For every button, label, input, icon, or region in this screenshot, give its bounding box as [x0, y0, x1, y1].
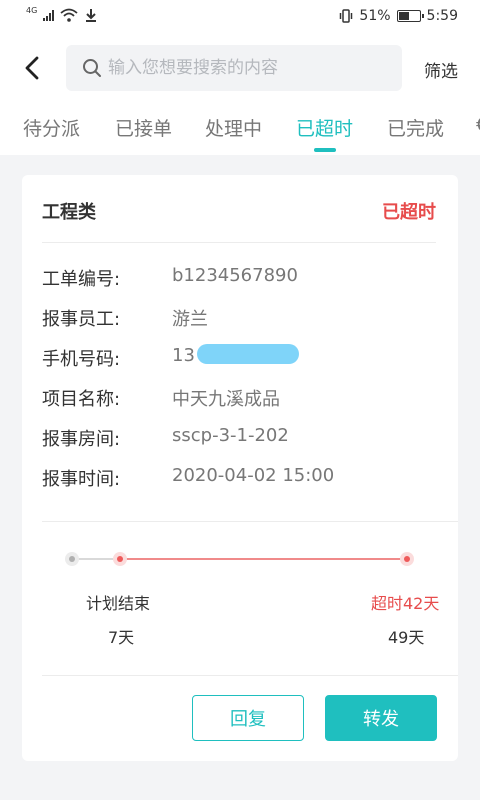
info-divider [42, 521, 458, 522]
field-label: 工单编号: [42, 269, 121, 290]
field-label: 报事房间: [42, 429, 121, 450]
tab-processing[interactable]: 处理中 [205, 114, 262, 141]
field-label: 项目名称: [42, 389, 121, 410]
timeline-track-overdue [120, 558, 404, 560]
order-status: 已超时 [382, 202, 436, 223]
back-arrow-icon[interactable] [20, 54, 46, 82]
plan-end-days: 7天 [108, 628, 135, 647]
actions-divider [42, 675, 458, 676]
overdue-timeline [64, 547, 424, 577]
status-bar: 4G 51% 5:59 [0, 0, 480, 34]
wifi-icon [60, 8, 78, 22]
filter-button[interactable]: 筛选 [424, 57, 458, 82]
search-input[interactable] [108, 45, 388, 91]
field-label: 报事员工: [42, 309, 121, 330]
work-order-card[interactable]: 工程类 已超时 工单编号: b1234567890 报事员工: 游兰 手机号码:… [22, 175, 458, 761]
signal-icon [43, 9, 55, 21]
clock: 5:59 [426, 8, 458, 24]
active-tab-indicator [314, 148, 336, 152]
tab-more[interactable]: € [476, 114, 480, 136]
timeline-start-dot [65, 552, 79, 566]
network-type: 4G [26, 6, 38, 15]
field-value: 13 [172, 344, 299, 366]
order-type: 工程类 [42, 202, 96, 223]
vibrate-icon [340, 9, 353, 23]
field-value: 游兰 [172, 309, 208, 330]
field-value: b1234567890 [172, 265, 298, 286]
forward-button[interactable]: 转发 [325, 695, 437, 741]
field-value: 中天九溪成品 [172, 389, 280, 410]
search-box[interactable] [66, 45, 402, 91]
reply-button[interactable]: 回复 [192, 695, 304, 741]
timeline-current-dot [400, 552, 414, 566]
plan-end-label: 计划结束 [86, 594, 151, 613]
field-value: 2020-04-02 15:00 [172, 465, 335, 486]
overdue-label: 超时42天 [371, 594, 440, 613]
tab-accepted[interactable]: 已接单 [115, 114, 172, 141]
timeline-plan-end-dot [113, 552, 127, 566]
tab-pending-dispatch[interactable]: 待分派 [23, 114, 80, 141]
phone-prefix: 13 [172, 345, 195, 366]
tab-overdue[interactable]: 已超时 [296, 114, 353, 141]
tab-completed[interactable]: 已完成 [387, 114, 444, 141]
search-icon [83, 59, 101, 77]
download-icon [86, 9, 97, 22]
overdue-total-days: 49天 [388, 628, 425, 647]
phone-redaction-mask [196, 344, 299, 364]
status-tabs: 待分派 已接单 处理中 已超时 已完成 € [0, 108, 480, 154]
card-header-divider [42, 242, 436, 243]
battery-percent: 51% [359, 8, 391, 24]
field-label: 手机号码: [42, 349, 121, 370]
field-value: sscp-3-1-202 [172, 425, 289, 446]
top-bar: 4G 51% 5:59 输入您想要搜索的内容 筛选 待分派 已接单 处理中 已超… [0, 0, 480, 155]
field-label: 报事时间: [42, 469, 121, 490]
battery-icon [396, 10, 424, 22]
